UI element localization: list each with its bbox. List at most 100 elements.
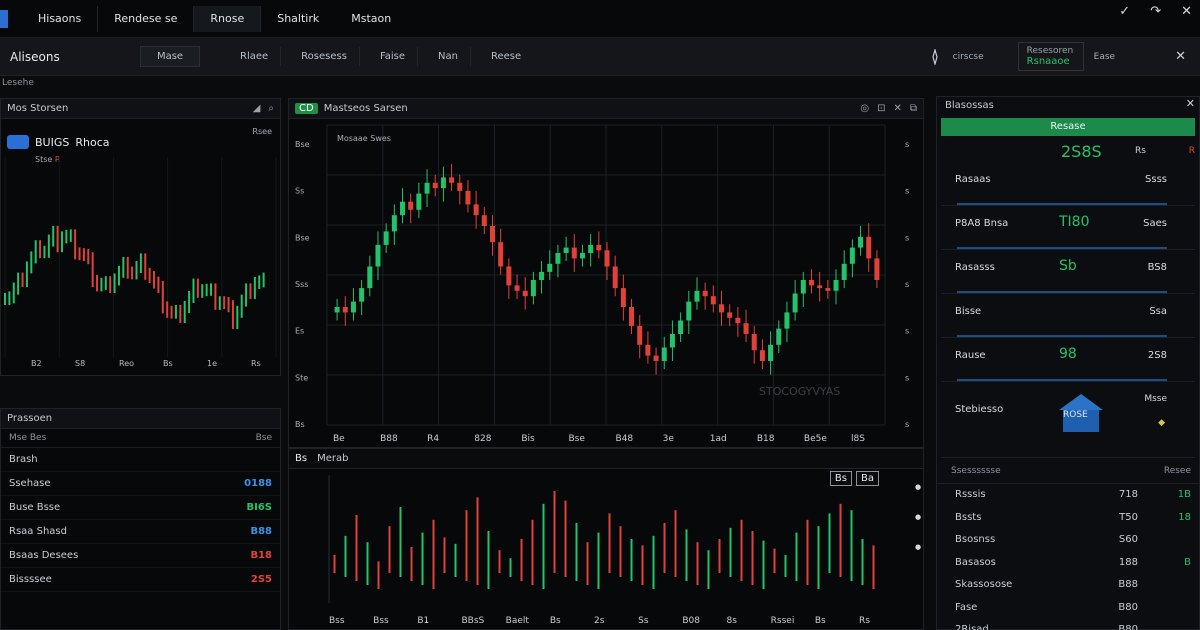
position-row[interactable]: 2Risad B80 — [937, 619, 1199, 630]
watchlist-row[interactable]: Bsaas Desees B18 — [1, 544, 280, 568]
candle-body — [498, 242, 504, 267]
candle-body — [784, 312, 790, 329]
watchlist-col-left: Mse Bes — [9, 433, 47, 443]
menu-item-3[interactable]: Rnose — [194, 5, 262, 32]
position-name: 2Risad — [955, 624, 989, 630]
target-icon[interactable]: ◎ — [860, 103, 869, 114]
toolbar-button-3[interactable]: Faise — [368, 47, 419, 66]
candle-body — [383, 231, 389, 245]
position-row[interactable]: Fase B80 — [937, 597, 1199, 620]
candle-body — [465, 190, 471, 205]
x-tick-label: Bis — [521, 434, 535, 444]
account-box[interactable]: Resesoren Rsnaaoe — [1017, 42, 1084, 71]
ticker-symbol: BUIGS — [35, 135, 70, 149]
expand-icon[interactable]: ⊡ — [877, 103, 885, 114]
watchlist-row[interactable]: Ssehase 0188 — [1, 472, 280, 496]
search-icon[interactable]: ⌕ — [268, 103, 274, 114]
quote-row[interactable]: Rasaas Ssss — [941, 162, 1195, 206]
volume-x-tick: Baelt — [506, 616, 530, 626]
resize-icon[interactable]: ◢ — [253, 103, 261, 114]
position-row[interactable]: Skassosose B88 — [937, 574, 1199, 597]
candle-body — [571, 247, 577, 259]
close-chart-icon[interactable]: ✕ — [893, 103, 901, 114]
watchlist-row[interactable]: Buse Bsse BI6S — [1, 496, 280, 520]
close-icon[interactable]: ✕ — [1181, 4, 1192, 19]
chart-badge: CD — [295, 103, 318, 114]
watchlist-col-right: Bse — [255, 433, 272, 443]
candle-body — [866, 236, 872, 259]
volume-header: Bs Merab — [289, 449, 923, 469]
quotes-tab[interactable]: Resase — [941, 118, 1195, 136]
quotes-close-icon[interactable]: ✕ — [1186, 97, 1195, 110]
candle-body — [629, 307, 635, 326]
position-change — [1151, 619, 1191, 630]
position-row[interactable]: Bsosnss S60 — [937, 529, 1199, 552]
position-name: Skassosose — [955, 579, 1013, 590]
candle-body — [792, 293, 798, 313]
watchlist-row[interactable]: Brash — [1, 448, 280, 472]
menu-item-5[interactable]: Mstaon — [335, 6, 407, 32]
y-tick-label-right: s — [905, 187, 909, 196]
compass-icon[interactable] — [927, 48, 943, 65]
quote-underline — [957, 247, 1167, 249]
main-menu: Hisaons Rendese se Rnose Shaltirk Mstaon — [22, 0, 407, 38]
quote-label: Bisse — [955, 306, 982, 317]
candle-body — [530, 280, 536, 297]
chart-top-label: Mosaae Swes — [337, 134, 391, 143]
y-tick-label-left: Bse — [295, 233, 310, 242]
menu-item-4[interactable]: Shaltirk — [261, 6, 335, 32]
candle-body — [743, 323, 749, 334]
quote-row[interactable]: P8A8 Bnsa TI80 Saes — [941, 206, 1195, 250]
mini-chart — [4, 157, 277, 357]
position-change — [1151, 529, 1191, 552]
quote-row[interactable]: Rause 98 2S8 — [941, 338, 1195, 382]
mini-chart-header: Mos Storsen ◢ ⌕ — [1, 99, 280, 119]
house-caption: ROSE — [1063, 410, 1088, 420]
candle-body — [686, 301, 692, 321]
candle-body — [637, 325, 643, 345]
candle-body — [547, 263, 553, 272]
app-logo — [0, 9, 8, 28]
check-icon[interactable]: ✓ — [1119, 4, 1130, 19]
menu-item-1[interactable]: Hisaons — [22, 5, 99, 32]
quote-underline — [957, 335, 1167, 337]
account-value: Rsnaaoe — [1026, 56, 1070, 67]
redo-icon[interactable]: ↷ — [1150, 4, 1161, 19]
x-tick-label: B18 — [757, 434, 775, 444]
candle-body — [334, 307, 340, 313]
x-tick-label: B88 — [380, 434, 398, 444]
close-toolbar-icon[interactable]: ✕ — [1175, 49, 1186, 64]
candle-body — [735, 317, 741, 324]
watchlist-rows: Brash Ssehase 0188 Buse Bsse BI6S Rsaa Shasd B… — [1, 448, 280, 592]
candle-body — [653, 355, 659, 361]
toolbar-button-4[interactable]: Nan — [426, 47, 471, 66]
position-change: B — [1184, 556, 1191, 568]
candle-body — [449, 177, 455, 183]
position-row[interactable]: Rsssis 718 1B — [937, 484, 1199, 507]
quote-row[interactable]: Rasasss Sb BS8 — [941, 250, 1195, 294]
popout-icon[interactable]: ⧉ — [910, 103, 917, 114]
candle-body — [620, 288, 626, 307]
quote-underline — [957, 379, 1167, 381]
candle-body — [800, 280, 806, 294]
toolbar-button-1[interactable]: Rlaee — [228, 47, 282, 66]
position-row[interactable]: Basasos 188 B — [937, 552, 1199, 575]
candle-body — [710, 296, 716, 305]
quote-row[interactable]: Bisse Ssa — [941, 294, 1195, 338]
toolbar-boxed-button[interactable]: Mase — [140, 46, 200, 67]
candle-body — [391, 215, 397, 232]
candle-body — [555, 253, 561, 264]
mini-chart-panel: Mos Storsen ◢ ⌕ Rsee BUIGS Rhoca Stse R … — [0, 98, 281, 376]
watchlist-row[interactable]: Rsaa Shasd B88 — [1, 520, 280, 544]
toolbar-button-2[interactable]: Rosesess — [289, 47, 360, 66]
menu-item-2[interactable]: Rendese se — [98, 5, 195, 32]
candle-body — [375, 244, 381, 267]
candlestick-chart[interactable]: Bse Ss Bse Sss Es Ste Bs s s s s s s s Mosaae Swes STOC… — [289, 119, 923, 447]
watchlist-row[interactable]: Bissssee 2S5 — [1, 568, 280, 592]
candle-body — [596, 244, 602, 251]
window-controls: ✓ ↷ ✕ — [1119, 4, 1192, 19]
toolbar-button-5[interactable]: Reese — [479, 47, 533, 66]
position-row[interactable]: Bssts T50 18 — [937, 507, 1199, 530]
volume-title: Merab — [317, 453, 349, 464]
position-name: Bsosnss — [955, 534, 996, 545]
